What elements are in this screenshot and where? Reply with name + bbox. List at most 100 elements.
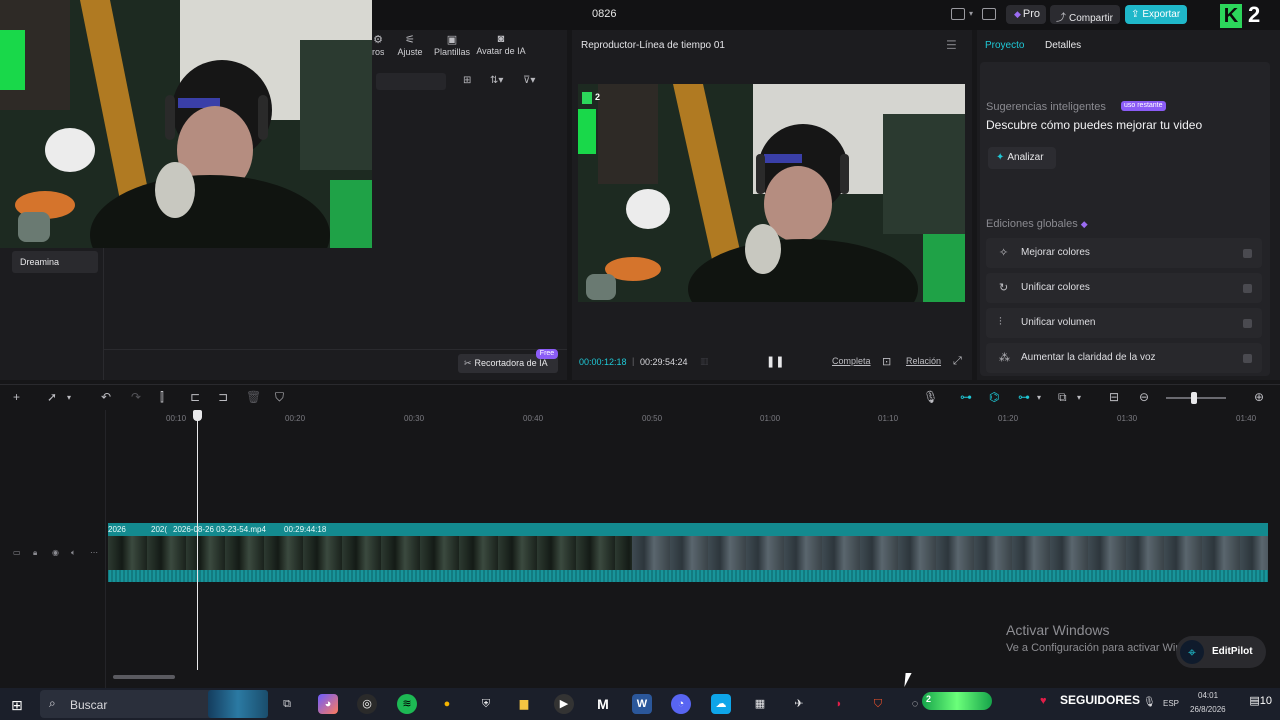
microphone-tray-icon[interactable]: 🎙 [1143,697,1156,708]
menu-icon[interactable]: ☰ [946,38,957,52]
obs-icon[interactable]: ◎ [357,694,377,714]
editpilot-icon: ⌖ [1180,640,1204,664]
delete-icon[interactable]: 🗑 [246,390,261,404]
filter-icon[interactable]: ⊽▾ [523,75,535,86]
pause-button[interactable]: ❚❚ [766,355,784,368]
lock-icon[interactable]: 🔒︎ [33,548,37,558]
zoom-in-icon[interactable]: ⊕ [1254,390,1264,404]
global-edit-voice-clarity[interactable]: ⁂ Aumentar la claridad de la voz [986,343,1262,373]
video-editor-window: 0826 ▾ ◆ Pro ⤴ Compartir ⇪ Exportar K 2 ⚙ ro… [0,0,1280,720]
share-label: Compartir [1069,13,1113,24]
player-title: Reproductor-Línea de tiempo 01 [581,40,725,51]
playhead[interactable] [197,412,198,670]
app-m-icon[interactable]: M [593,694,613,714]
pro-button[interactable]: ◆ Pro [1006,5,1046,24]
analyze-label: Analizar [1007,152,1044,163]
keyboard-icon[interactable] [982,8,996,20]
layout-icon[interactable] [951,8,965,20]
tab-details[interactable]: Detalles [1045,40,1081,51]
security-shield-icon[interactable]: ⛨ [476,694,496,714]
tab-adjust[interactable]: ⚟ Ajuste [396,33,424,57]
clock-time[interactable]: 04:01 [1198,691,1218,700]
redo-icon[interactable]: ↷ [131,390,141,404]
add-track-icon[interactable]: + [13,390,20,404]
split-right-icon[interactable]: ⊐ [218,390,228,404]
current-timecode: 00:00:12:18 [579,357,627,367]
global-edit-improve-colors[interactable]: ✧ Mejorar colores [986,238,1262,268]
fit-timeline-icon[interactable]: ⊟ [1109,390,1119,404]
global-edit-toggle[interactable] [1243,319,1252,328]
playhead-handle[interactable] [193,410,202,421]
spotify-icon[interactable]: ≋ [397,694,417,714]
horizontal-scrollbar[interactable] [113,675,175,679]
language-indicator[interactable]: ESP [1163,699,1179,708]
split-icon[interactable]: ⫿ [160,390,164,405]
more-icon[interactable]: ⋯ [90,548,98,557]
global-edit-toggle[interactable] [1243,284,1252,293]
global-edit-toggle[interactable] [1243,249,1252,258]
eye-icon[interactable]: ◉ [52,548,59,557]
speaker-icon[interactable]: 🔈︎ [71,548,76,558]
full-quality-button[interactable]: Completa [832,356,871,366]
media-player-icon[interactable]: ▶ [554,694,574,714]
global-edit-unify-volume[interactable]: ⫶ Unificar volumen [986,308,1262,338]
discord-icon[interactable]: ◔ [671,694,691,714]
file-explorer-icon[interactable]: ▆ [514,694,534,714]
tab-ai-avatar[interactable]: ◙ Avatar de IA [476,33,526,56]
tab-filters[interactable]: ⚙ ros [372,33,384,57]
media-search-input[interactable] [376,73,446,90]
magic-wand-icon: ✧ [999,247,1009,259]
audio-waveform[interactable] [108,570,1268,582]
tab-ai-avatar-label: Avatar de IA [476,46,526,56]
microphone-icon[interactable]: 🎙 [923,390,938,404]
preview-axis-icon[interactable]: ⧉ [1058,390,1067,405]
link-tracks-icon[interactable]: ⊶ [960,390,972,404]
split-left-icon[interactable]: ⊏ [190,390,200,404]
global-edit-unify-colors[interactable]: ↻ Unificar colores [986,273,1262,303]
magnet-icon[interactable]: ⌬ [989,390,999,404]
select-tool-icon[interactable]: ➚ [47,390,57,404]
divider [104,349,567,350]
analyze-button[interactable]: ✦ Analizar [988,147,1056,169]
zoom-slider-handle[interactable] [1191,392,1197,404]
windows-start-icon[interactable]: ⊞ [11,697,23,714]
preview-dropdown-icon[interactable]: ▾ [1077,393,1081,402]
sidebar-item-dreamina[interactable]: Dreamina [12,251,98,273]
zoom-out-icon[interactable]: ⊖ [1139,390,1149,404]
video-clip-thumbnails[interactable] [632,536,1268,570]
stream-overlay-number: 2 [1248,2,1261,27]
clock-date[interactable]: 26/8/2026 [1190,705,1226,714]
marker-icon[interactable]: ⛉ [275,390,284,405]
app-red-icon[interactable]: ◗ [829,694,849,714]
layout-dropdown-icon[interactable]: ▾ [969,9,973,18]
player-video[interactable] [578,84,965,302]
video-clip-header[interactable] [108,523,1268,536]
word-icon[interactable]: W [632,694,652,714]
fullscreen-icon[interactable]: ⤢ [953,355,962,368]
clip-filename: 2026-08-26 03-23-54.mp4 [173,525,266,534]
audio-meter-icon: ▥ [700,356,709,366]
track-cover-icon[interactable]: ▭ [13,548,21,557]
notification-center-button[interactable]: ▤10 [1246,694,1272,714]
brave-icon[interactable]: ⛉ [868,694,888,714]
snap-dropdown-icon[interactable]: ▾ [1037,393,1041,402]
share-button[interactable]: ⤴ Compartir [1050,5,1120,24]
search-highlight-image[interactable] [208,690,268,718]
select-dropdown-icon[interactable]: ▾ [67,393,71,402]
export-button[interactable]: ⇪ Exportar [1125,5,1187,24]
global-edit-toggle[interactable] [1243,354,1252,363]
undo-icon[interactable]: ↶ [101,390,111,404]
sort-icon[interactable]: ⇅▾ [490,75,503,86]
aspect-ratio-button[interactable]: Relación [906,356,941,366]
screenshot-icon[interactable]: ⊡ [882,355,891,368]
tab-project[interactable]: Proyecto [985,40,1024,51]
app-yellow-icon[interactable]: ● [437,694,457,714]
cloud-icon[interactable]: ☁ [711,694,731,714]
copilot-icon[interactable]: ◕ [318,694,338,714]
task-view-icon[interactable]: ⧉ [277,694,297,714]
tab-templates[interactable]: ▣ Plantillas [432,33,472,57]
app-bird-icon[interactable]: ✈ [789,694,809,714]
calculator-icon[interactable]: ▦ [750,694,770,714]
grid-view-icon[interactable]: ⊞ [463,75,471,86]
snap-icon[interactable]: ⊶ [1018,390,1030,404]
